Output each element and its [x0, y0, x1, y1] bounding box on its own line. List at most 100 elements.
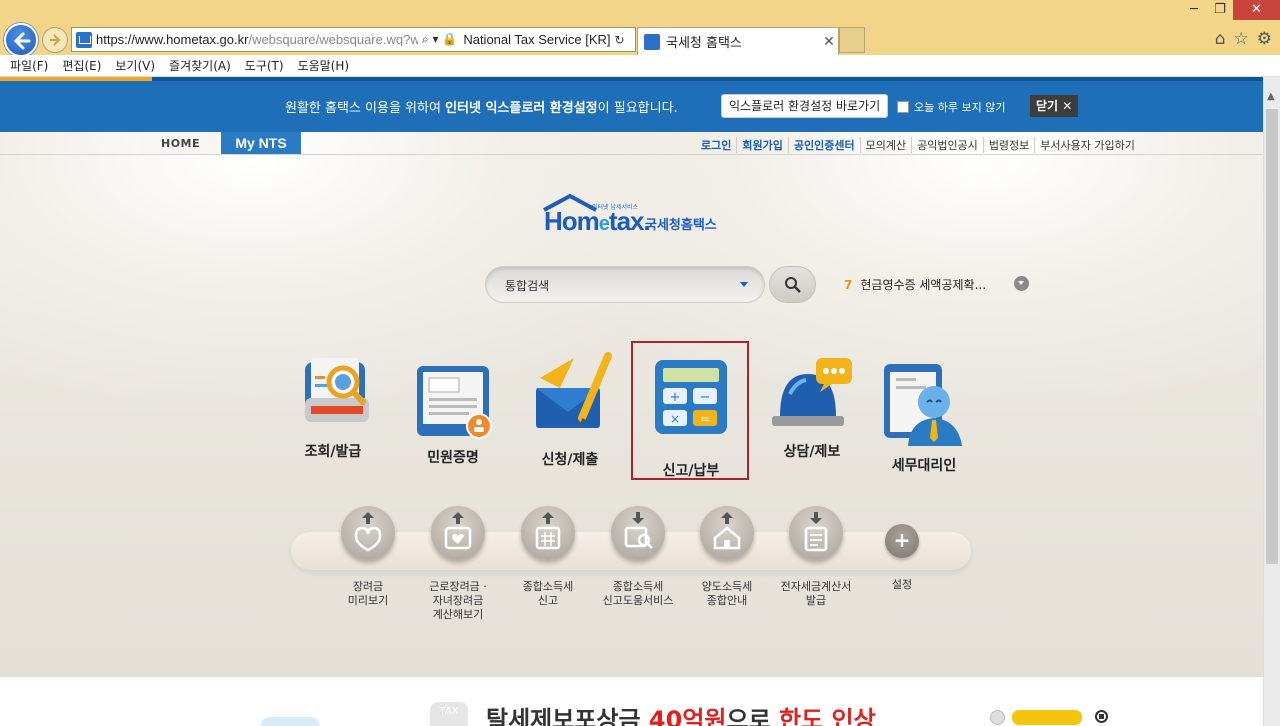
menu-favorites[interactable]: 즐겨찾기(A) — [169, 57, 231, 74]
site-identity[interactable]: National Tax Service [KR] — [463, 32, 610, 47]
menu-tax-agent-label: 세무대리인 — [891, 458, 957, 474]
menu-apply-submit[interactable]: 신청/제출 — [510, 348, 630, 468]
scroll-thumb[interactable] — [1266, 109, 1278, 564]
tab-close-icon[interactable]: ✕ — [820, 34, 838, 50]
refresh-icon[interactable]: ↻ — [615, 33, 625, 47]
logo-korean: 국세청홈택스 — [645, 218, 717, 233]
link-law-info[interactable]: 법령정보 — [982, 137, 1034, 153]
notice-msg-bold: 인터넷 익스플로러 환경설정 — [445, 101, 598, 116]
quick-settings-plus-icon[interactable]: + — [885, 524, 919, 558]
search-placeholder: 통합검색 — [505, 279, 550, 293]
tab-favicon-icon — [644, 33, 660, 50]
scroll-up-icon[interactable]: ▲ — [1267, 91, 1275, 102]
menu-civil-certificate[interactable]: 민원증명 — [393, 360, 513, 480]
quick-btn-income-tax-report[interactable] — [521, 506, 575, 560]
quick-label-line: 발급 — [805, 594, 827, 607]
notice-stripe — [0, 77, 152, 81]
link-public-corp[interactable]: 공익법인공시 — [911, 137, 983, 153]
url-path: /websquare/websquare.wq?w2xP — [248, 32, 418, 47]
banner-text-pre: 탈세제보포상금 — [486, 706, 649, 726]
search-button[interactable] — [769, 266, 816, 303]
tax-badge-icon: TAX — [430, 702, 468, 726]
link-login[interactable]: 로그인 — [696, 137, 736, 153]
logo-word-tax: tax. — [608, 206, 651, 236]
tab-title: 국세청 홈택스 — [666, 36, 742, 51]
popular-search-rank[interactable]: 7 현금영수증 세액공제확... — [844, 276, 986, 293]
link-signup[interactable]: 회원가입 — [736, 137, 787, 153]
back-button[interactable] — [4, 23, 38, 57]
menu-lookup-issue[interactable]: 조회/발급 — [273, 354, 393, 474]
promo-banner[interactable]: TAX 탈세제보포상금 40억원으로 한도 인상 — [0, 677, 1263, 726]
maximize-button[interactable]: ❐ — [1207, 0, 1233, 20]
banner-indicator-dot[interactable] — [990, 710, 1005, 725]
site-favicon-icon — [76, 31, 92, 48]
rank-number: 7 — [844, 278, 853, 292]
address-bar[interactable]: https://www.hometax.go.kr/websquare/webs… — [71, 27, 636, 52]
menu-report-pay[interactable]: + − × = 신고/납부 — [631, 358, 751, 479]
menu-tax-agent[interactable]: 세무대리인 — [864, 362, 984, 482]
quick-settings-label[interactable]: 설정 — [847, 578, 957, 592]
minimize-button[interactable]: ─ — [1181, 0, 1207, 20]
url-host: https://www.hometax.go.kr — [96, 32, 249, 47]
address-url[interactable]: https://www.hometax.go.kr/websquare/webs… — [96, 32, 418, 47]
vertical-scrollbar[interactable]: ▲ — [1263, 77, 1280, 726]
tab-home[interactable]: HOME — [140, 132, 221, 155]
link-mock-calc[interactable]: 모의계산 — [859, 137, 911, 153]
menu-view[interactable]: 보기(V) — [115, 57, 155, 74]
menu-edit[interactable]: 편집(E) — [62, 57, 101, 74]
forward-button[interactable] — [42, 27, 68, 53]
menu-bar: 파일(F) 편집(E) 보기(V) 즐겨찾기(A) 도구(T) 도움말(H) — [0, 55, 1280, 77]
notice-close-button[interactable]: 닫기 ✕ — [1030, 95, 1079, 117]
logo-word-e: e — [598, 213, 610, 235]
banner-text: 탈세제보포상금 40억원으로 한도 인상 — [486, 700, 876, 726]
settings-gear-icon[interactable]: ⚙ — [1257, 30, 1272, 48]
new-tab-button[interactable] — [839, 27, 865, 53]
link-dept-user-signup[interactable]: 부서사용자 가입하기 — [1034, 137, 1140, 153]
top-nav: HOME My NTS — [140, 132, 301, 155]
browser-tab[interactable]: 국세청 홈택스 ✕ — [637, 27, 839, 55]
menu-lookup-issue-label: 조회/발급 — [304, 444, 362, 460]
upload-house-icon — [713, 512, 741, 550]
dont-show-today-label: 오늘 하루 보지 않기 — [914, 101, 1006, 114]
menu-civil-certificate-label: 민원증명 — [427, 450, 479, 466]
banner-text-limit: 한도 인상 — [779, 706, 876, 726]
address-controls-icon[interactable]: ⌕ ▾ 🔒 — [422, 32, 457, 47]
menu-consult-report[interactable]: 상담/제보 — [752, 354, 872, 474]
logo-word: Hometax. — [544, 206, 651, 237]
svg-text:=: = — [700, 412, 710, 426]
window-close-button[interactable]: ✕ — [1233, 0, 1280, 20]
banner-indicator-active[interactable] — [1012, 710, 1082, 725]
integrated-search-select[interactable]: 통합검색 — [485, 266, 765, 303]
tab-my-nts[interactable]: My NTS — [221, 132, 301, 155]
menu-report-pay-label: 신고/납부 — [662, 463, 720, 479]
banner-text-mid: 으로 — [726, 706, 779, 726]
download-search-icon — [624, 512, 653, 549]
ie-settings-shortcut-button[interactable]: 익스플로러 환경설정 바로가기 — [721, 94, 889, 118]
main-content: HOME My NTS 로그인 회원가입 공인인증센터 모의계산 공익법인공시 … — [0, 132, 1263, 677]
quick-btn-transfer-tax-guide[interactable] — [700, 506, 754, 560]
quick-btn-e-tax-invoice[interactable] — [789, 506, 843, 560]
menu-tools[interactable]: 도구(T) — [245, 57, 284, 74]
home-icon[interactable]: ⌂ — [1215, 30, 1226, 48]
search-doc-icon — [305, 358, 369, 422]
upload-heart-icon — [354, 512, 382, 552]
banner-text-amount: 40억원 — [648, 706, 727, 726]
hometax-logo[interactable]: 인터넷 납세서비스 Hometax. 국세청홈택스 — [540, 194, 730, 236]
quick-e-tax-invoice[interactable]: 전자세금계산서 발급 — [761, 506, 871, 616]
banner-stop-icon[interactable] — [1095, 710, 1108, 723]
svg-text:+: + — [670, 390, 681, 405]
quick-btn-income-tax-help[interactable] — [611, 506, 665, 560]
quick-btn-work-child-incentive[interactable] — [431, 506, 485, 560]
link-cert-center[interactable]: 공인인증센터 — [787, 137, 860, 153]
notice-msg-pre: 원활한 홈택스 이용을 위하여 — [285, 101, 446, 116]
favorites-star-icon[interactable]: ☆ — [1234, 30, 1249, 48]
dont-show-today-checkbox[interactable]: 오늘 하루 보지 않기 — [897, 99, 1005, 115]
menu-file[interactable]: 파일(F) — [10, 57, 48, 74]
rank-expand-icon[interactable] — [1014, 276, 1029, 291]
quick-btn-incentive-preview[interactable] — [341, 506, 395, 560]
checkbox-box[interactable] — [897, 101, 909, 113]
menu-consult-report-label: 상담/제보 — [783, 444, 841, 460]
menu-help[interactable]: 도움말(H) — [298, 57, 350, 74]
siren-chat-icon — [772, 358, 852, 426]
arrow-right-icon — [50, 34, 61, 46]
